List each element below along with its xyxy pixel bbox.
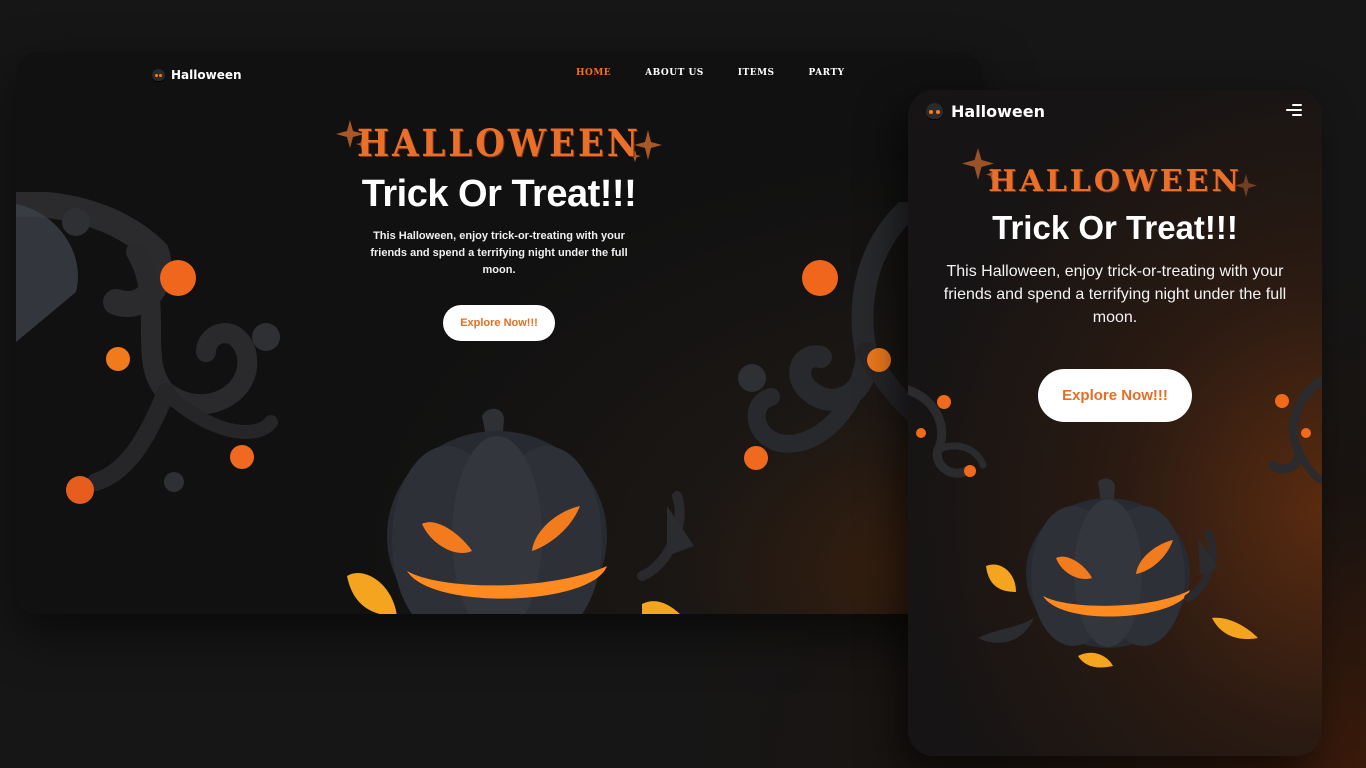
desktop-brand[interactable]: Halloween xyxy=(152,68,242,82)
desktop-navbar: Halloween Home About Us Items Party xyxy=(16,66,982,86)
nav-link-about-us[interactable]: About Us xyxy=(645,68,704,78)
menu-bar xyxy=(1292,104,1302,106)
brand-name: Halloween xyxy=(951,102,1046,121)
mobile-brand[interactable]: Halloween xyxy=(926,102,1045,121)
brand-name: Halloween xyxy=(171,68,242,82)
pumpkin-illustration xyxy=(347,408,694,614)
explore-now-button[interactable]: Explore Now!!! xyxy=(1038,369,1192,422)
nav-link-home[interactable]: Home xyxy=(576,68,611,78)
spooky-tree-left-illustration xyxy=(16,192,280,504)
hero-title: Trick Or Treat!!! xyxy=(992,209,1238,246)
nav-link-party[interactable]: Party xyxy=(809,68,845,78)
explore-now-button[interactable]: Explore Now!!! xyxy=(443,305,555,341)
desktop-hero: HALLOWEEN Trick Or Treat!!! This Hallowe… xyxy=(326,122,672,341)
menu-bar xyxy=(1292,114,1302,116)
hero-heading: HALLOWEEN xyxy=(356,122,642,166)
hero-title: Trick Or Treat!!! xyxy=(361,173,637,215)
desktop-nav-links: Home About Us Items Party xyxy=(576,68,845,78)
skull-logo-icon xyxy=(152,68,165,82)
mobile-hero: HALLOWEEN Trick Or Treat!!! This Hallowe… xyxy=(908,164,1322,422)
hamburger-menu-icon[interactable] xyxy=(1286,103,1302,119)
pumpkin-illustration xyxy=(978,478,1258,668)
desktop-preview: Halloween Home About Us Items Party HALL… xyxy=(16,52,982,614)
nav-link-items[interactable]: Items xyxy=(738,68,775,78)
menu-bar xyxy=(1286,109,1302,111)
skull-logo-icon xyxy=(926,103,943,120)
hero-description: This Halloween, enjoy trick-or-treating … xyxy=(370,230,628,276)
hero-description: This Halloween, enjoy trick-or-treating … xyxy=(943,263,1287,326)
mobile-preview: Halloween HALLOWEEN Trick Or Treat!!! Th… xyxy=(908,90,1322,756)
hero-heading: HALLOWEEN xyxy=(988,164,1242,199)
